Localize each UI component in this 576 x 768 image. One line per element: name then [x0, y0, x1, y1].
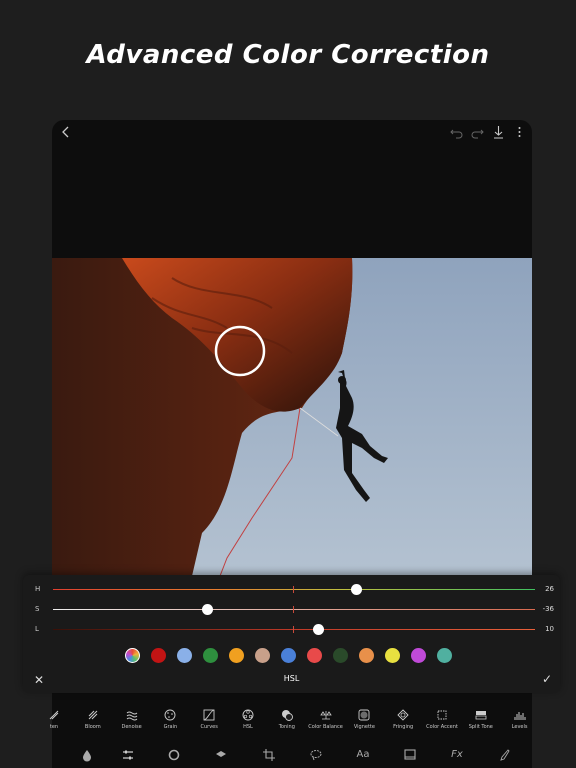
vignette-icon — [358, 706, 370, 721]
layers-icon[interactable] — [214, 748, 228, 762]
panel-title: HSL — [283, 674, 300, 683]
color-swatch-10[interactable] — [385, 648, 400, 663]
tool-label: Color Accent — [426, 724, 458, 730]
hue-track[interactable] — [53, 589, 535, 590]
tool-denoise[interactable]: Denoise — [112, 702, 152, 730]
saturation-slider[interactable]: S -36 — [23, 600, 560, 620]
tool-label: Curves — [200, 724, 218, 730]
tool-bloom[interactable]: Bloom — [73, 702, 113, 730]
bottom-toolbar: Aa Fx — [52, 742, 532, 768]
grain-icon — [164, 706, 176, 721]
color-swatch-12[interactable] — [437, 648, 452, 663]
color-swatch-6[interactable] — [281, 648, 296, 663]
saturation-center-mark — [293, 606, 294, 613]
fx-icon[interactable]: Fx — [450, 748, 464, 762]
hsl-footer: ✕ HSL ✓ — [23, 670, 560, 690]
circle-icon[interactable] — [167, 748, 181, 762]
headline: Advanced Color Correction — [86, 40, 490, 70]
tool-color-accent[interactable]: Color Accent — [422, 702, 462, 730]
split-tone-icon — [475, 706, 487, 720]
tool-label: Grain — [163, 724, 178, 730]
saturation-label: S — [35, 605, 40, 613]
tool-split-tone[interactable]: Split Tone — [461, 702, 501, 730]
hsl-icon — [242, 706, 254, 721]
luminance-label: L — [35, 625, 39, 633]
drop-icon[interactable] — [80, 748, 94, 762]
luminance-center-mark — [293, 626, 294, 633]
luminance-track[interactable] — [53, 629, 535, 630]
tool-label: Color Balance — [308, 724, 343, 730]
color-swatch-2[interactable] — [177, 648, 192, 663]
tool-label: Levels — [511, 724, 528, 730]
hue-label: H — [35, 585, 41, 593]
back-icon[interactable] — [58, 124, 74, 140]
undo-icon[interactable] — [450, 124, 463, 140]
tool-color-balance[interactable]: Color Balance — [306, 702, 346, 730]
color-swatch-4[interactable] — [229, 648, 244, 663]
tool-vignette[interactable]: Vignette — [344, 702, 384, 730]
color-swatch-1[interactable] — [151, 648, 166, 663]
color-swatch-11[interactable] — [411, 648, 426, 663]
color-swatch-5[interactable] — [255, 648, 270, 663]
hue-knob[interactable] — [351, 584, 363, 595]
download-icon[interactable] — [492, 124, 505, 140]
more-icon[interactable] — [513, 124, 526, 140]
tool-fringing[interactable]: Fringing — [383, 702, 423, 730]
text-icon[interactable]: Aa — [356, 748, 370, 762]
tool-levels[interactable]: Levels — [500, 702, 540, 730]
toning-icon — [281, 706, 293, 721]
tool-grain[interactable]: Grain — [150, 702, 190, 730]
tool-label: Vignette — [353, 724, 375, 730]
tool-label: Toning — [278, 724, 295, 730]
tool-label: HSL — [243, 724, 253, 730]
photo-canvas[interactable] — [52, 258, 532, 576]
tool-label: Fringing — [393, 724, 414, 730]
color-swatches — [125, 648, 452, 663]
levels-icon — [514, 706, 526, 720]
tool-label: Split Tone — [468, 724, 493, 730]
color-swatch-7[interactable] — [307, 648, 322, 663]
tool-strip: ten Bloom Denoise Grain Curves HSL Toning Color… — [0, 702, 576, 738]
color-swatch-9[interactable] — [359, 648, 374, 663]
tool-label: Bloom — [84, 724, 101, 730]
confirm-icon[interactable]: ✓ — [542, 672, 552, 686]
tool-curves[interactable]: Curves — [189, 702, 229, 730]
hsl-panel: H 26 S -36 L 10 ✕ HSL ✓ — [23, 575, 560, 693]
crop-icon[interactable] — [262, 748, 276, 762]
frame-icon[interactable] — [403, 748, 417, 762]
brush-icon[interactable] — [497, 748, 511, 762]
redo-icon[interactable] — [471, 124, 484, 140]
luminance-knob[interactable] — [312, 624, 324, 635]
tool-label: Denoise — [121, 724, 142, 730]
saturation-track[interactable] — [53, 609, 535, 610]
color-accent-icon — [436, 706, 448, 720]
hue-center-mark — [293, 586, 294, 593]
denoise-icon — [126, 706, 138, 721]
eyedropper-icon[interactable] — [125, 648, 140, 663]
hue-value: 26 — [545, 585, 554, 593]
lasso-icon[interactable] — [309, 748, 323, 762]
curves-icon — [203, 706, 215, 721]
tool-hsl[interactable]: HSL — [228, 702, 268, 730]
tool-ten[interactable]: ten — [34, 702, 74, 730]
bloom-icon — [87, 706, 99, 720]
saturation-knob[interactable] — [201, 604, 213, 615]
tool-label: ten — [49, 724, 59, 730]
top-toolbar — [52, 120, 532, 144]
hue-slider[interactable]: H 26 — [23, 580, 560, 600]
color-balance-icon — [319, 706, 332, 720]
luminance-slider[interactable]: L 10 — [23, 620, 560, 640]
sharpen-icon — [48, 706, 60, 720]
color-swatch-8[interactable] — [333, 648, 348, 663]
color-swatch-3[interactable] — [203, 648, 218, 663]
fringing-icon — [397, 706, 409, 721]
tool-toning[interactable]: Toning — [267, 702, 307, 730]
saturation-value: -36 — [542, 605, 554, 613]
adjust-icon[interactable] — [121, 748, 135, 762]
luminance-value: 10 — [545, 625, 554, 633]
